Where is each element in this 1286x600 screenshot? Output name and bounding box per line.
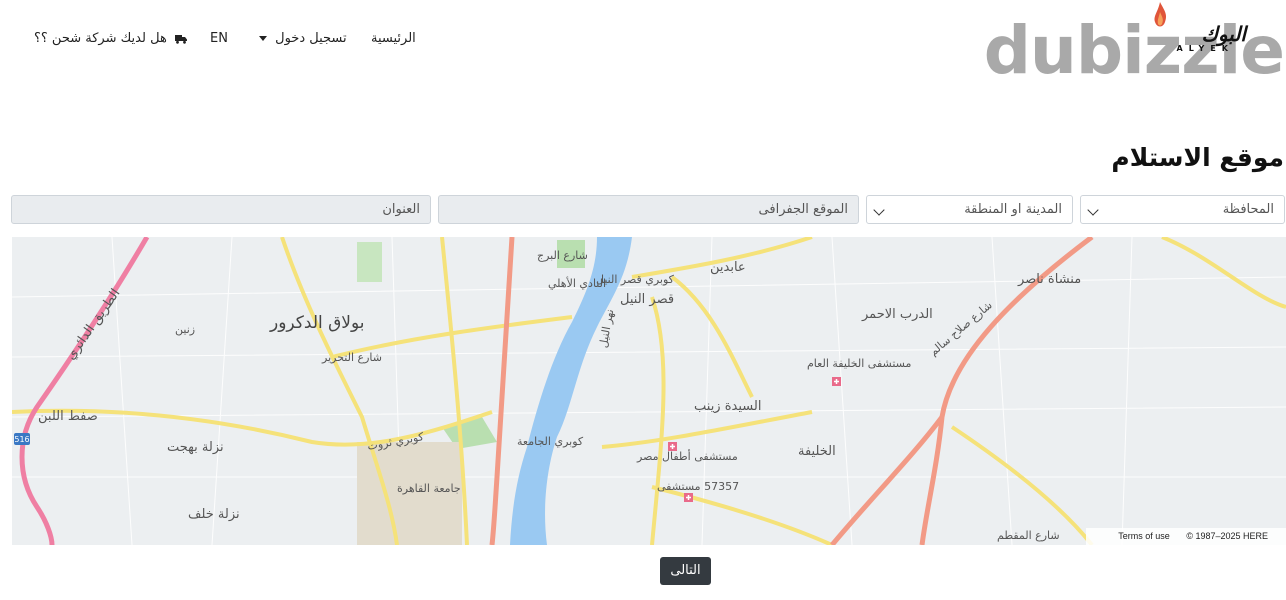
map-label-kobry-qasr-nil: كوبري قصر النيل bbox=[596, 273, 674, 286]
address-placeholder: العنوان bbox=[382, 202, 420, 217]
caret-down-icon bbox=[259, 36, 267, 41]
map-label-nazlet-khalaf: نزلة خلف bbox=[188, 507, 240, 522]
map-label-burg-street: شارع البرج bbox=[537, 249, 588, 262]
map-label-khalifa: الخليفة bbox=[798, 444, 836, 459]
map-label-tahrir-street: شارع التحرير bbox=[322, 351, 382, 364]
map-label-mokattam: شارع المقطم bbox=[997, 529, 1060, 542]
map-label-saft-laban: صفط اللبن bbox=[38, 409, 98, 424]
governorate-value: المحافظة bbox=[1222, 202, 1274, 217]
city-area-value: المدينة او المنطقة bbox=[964, 202, 1062, 217]
hospital-icon bbox=[832, 377, 841, 386]
map-attribution: Terms of use © 1987–2025 HERE bbox=[1086, 528, 1286, 545]
chevron-down-icon bbox=[873, 204, 885, 216]
map-label-abdeen: عابدين bbox=[710, 260, 746, 275]
map-label-57357: 57357 مستشفى bbox=[657, 480, 740, 493]
map-label-ahly-club: النادي الأهلي bbox=[548, 277, 607, 290]
language-toggle[interactable]: EN bbox=[210, 31, 228, 46]
map-label-qasr-nil: قصر النيل bbox=[620, 292, 675, 307]
terms-of-use-link[interactable]: Terms of use bbox=[1118, 531, 1170, 541]
map-label-children-hospital: مستشفى أطفال مصر bbox=[637, 450, 738, 463]
address-field[interactable]: العنوان bbox=[11, 195, 431, 224]
map-label-sayeda-zeinab: السيدة زينب bbox=[694, 399, 762, 414]
brand-logo[interactable]: dubizzle البوك ALYEK bbox=[984, 0, 1286, 89]
geo-location-field[interactable]: الموقع الجفرافى bbox=[438, 195, 859, 224]
page-title: موقع الاستلام bbox=[1111, 143, 1284, 172]
brand-arabic: البوك bbox=[1201, 22, 1246, 46]
map-label-manshiet-nasr: منشاة ناصر bbox=[1018, 272, 1082, 287]
shipping-company-label: هل لديك شركة شحن ؟؟ bbox=[34, 31, 167, 46]
truck-icon bbox=[174, 34, 187, 44]
nav-home-link[interactable]: الرئيسية bbox=[371, 31, 416, 46]
map-view[interactable]: 516 بولاق الدكرور قصر النيل عابدين الدرب… bbox=[12, 237, 1286, 545]
map-label-bulaq: بولاق الدكرور bbox=[270, 313, 365, 333]
governorate-select[interactable]: المحافظة bbox=[1080, 195, 1285, 224]
park bbox=[357, 242, 382, 282]
city-area-select[interactable]: المدينة او المنطقة bbox=[866, 195, 1073, 224]
chevron-down-icon bbox=[1087, 204, 1099, 216]
map-label-cairo-uni: جامعة القاهرة bbox=[397, 482, 461, 495]
geo-location-placeholder: الموقع الجفرافى bbox=[758, 202, 848, 217]
map-label-khalifa-hospital: مستشفى الخليفة العام bbox=[807, 357, 912, 370]
map-label-kobry-gamaa: كوبري الجامعة bbox=[517, 435, 584, 448]
shipping-company-link[interactable]: هل لديك شركة شحن ؟؟ bbox=[34, 31, 187, 46]
ring-road bbox=[19, 237, 150, 545]
brand-latin: ALYEK bbox=[1176, 44, 1234, 53]
top-navbar: هل لديك شركة شحن ؟؟ EN تسجيل دخول الرئيس… bbox=[0, 0, 1286, 90]
map-label-nazlet-bahgat: نزلة بهجت bbox=[167, 440, 224, 455]
map-copyright: © 1987–2025 HERE bbox=[1186, 531, 1268, 541]
hospital-icon bbox=[684, 493, 693, 502]
login-dropdown[interactable]: تسجيل دخول bbox=[259, 31, 347, 46]
map-label-darb-ahmar: الدرب الاحمر bbox=[862, 307, 933, 322]
login-label: تسجيل دخول bbox=[275, 31, 347, 46]
map-label-zeinin: زنين bbox=[175, 323, 196, 336]
road-shield-label: 516 bbox=[14, 435, 29, 444]
next-button[interactable]: التالى bbox=[660, 557, 711, 585]
